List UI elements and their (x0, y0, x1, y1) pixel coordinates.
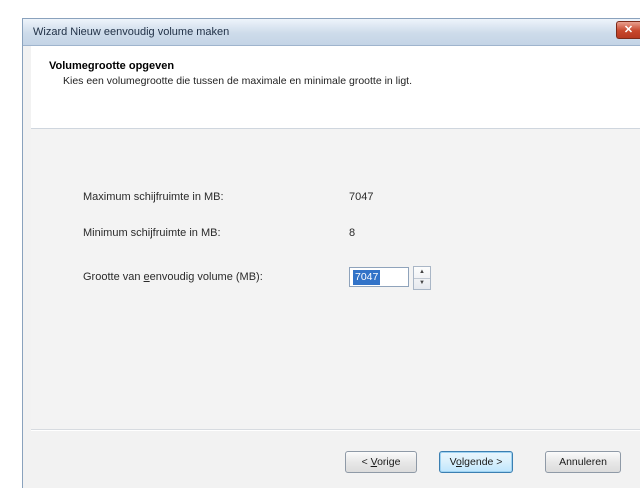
title-bar[interactable]: Wizard Nieuw eenvoudig volume maken ✕ (23, 19, 640, 46)
back-button[interactable]: < Vorige (345, 451, 417, 473)
wizard-window: Wizard Nieuw eenvoudig volume maken ✕ Vo… (22, 18, 640, 488)
volume-size-input[interactable]: 7047 (349, 267, 409, 287)
volume-size-label: Grootte van eenvoudig volume (MB): (83, 271, 263, 283)
page-title: Volumegrootte opgeven (49, 60, 175, 72)
back-button-post: orige (377, 456, 401, 468)
next-button[interactable]: Volgende > (439, 451, 513, 473)
wizard-header: Volumegrootte opgeven Kies een volumegro… (31, 46, 640, 129)
footer-divider-highlight (31, 430, 640, 431)
spin-down-icon[interactable]: ▼ (414, 278, 430, 289)
close-button[interactable]: ✕ (616, 21, 640, 39)
window-title: Wizard Nieuw eenvoudig volume maken (33, 26, 230, 38)
page-subtitle: Kies een volumegrootte die tussen de max… (63, 75, 413, 87)
max-size-value: 7047 (349, 191, 374, 203)
volume-size-value: 7047 (353, 270, 381, 285)
back-button-pre: < (361, 456, 371, 468)
min-size-label: Minimum schijfruimte in MB: (83, 227, 221, 239)
min-size-value: 8 (349, 227, 356, 239)
next-button-post: lgende > (461, 456, 503, 468)
volume-size-label-post: envoudig volume (MB): (149, 271, 263, 283)
wizard-content: Maximum schijfruimte in MB: 7047 Minimum… (31, 129, 640, 429)
cancel-button[interactable]: Annuleren (545, 451, 621, 473)
max-size-label: Maximum schijfruimte in MB: (83, 191, 224, 203)
volume-size-spinner[interactable]: ▲ ▼ (413, 266, 431, 290)
volume-size-label-pre: Grootte van (83, 271, 144, 283)
close-icon: ✕ (623, 24, 634, 36)
